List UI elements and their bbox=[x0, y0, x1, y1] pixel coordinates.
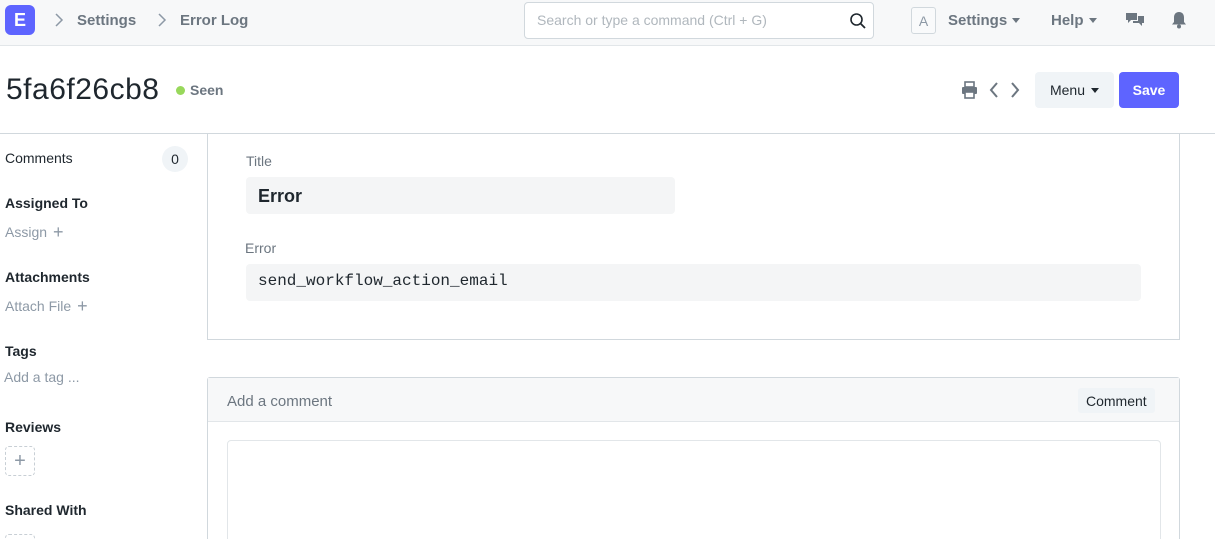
avatar[interactable]: A bbox=[911, 7, 936, 34]
sidebar-tags-label: Tags bbox=[5, 343, 37, 359]
save-button[interactable]: Save bbox=[1119, 72, 1179, 108]
chevron-right-icon bbox=[55, 13, 64, 27]
comment-header: Add a comment Comment bbox=[208, 378, 1179, 422]
page-title: 5fa6f26cb8 bbox=[6, 73, 160, 106]
sidebar-assigned-to-label: Assigned To bbox=[5, 195, 88, 211]
attach-file-label: Attach File bbox=[5, 298, 72, 314]
sidebar-comments-label[interactable]: Comments bbox=[5, 150, 73, 166]
status-badge: Seen bbox=[176, 82, 223, 98]
add-tag-input[interactable]: Add a tag ... bbox=[4, 369, 80, 385]
search-input[interactable] bbox=[537, 12, 837, 28]
menu-button[interactable]: Menu bbox=[1035, 72, 1114, 108]
settings-dropdown-label: Settings bbox=[948, 12, 1008, 29]
assign-link-label: Assign bbox=[5, 224, 48, 240]
caret-down-icon bbox=[1012, 18, 1021, 23]
comment-button[interactable]: Comment bbox=[1078, 388, 1155, 413]
plus-icon: + bbox=[77, 296, 88, 316]
breadcrumb-error-log[interactable]: Error Log bbox=[180, 12, 248, 29]
breadcrumb-settings[interactable]: Settings bbox=[77, 12, 136, 29]
help-dropdown-label: Help bbox=[1051, 12, 1084, 29]
chat-icon[interactable] bbox=[1125, 10, 1145, 30]
comment-editor[interactable] bbox=[227, 440, 1161, 539]
search-icon[interactable] bbox=[849, 12, 867, 30]
status-label: Seen bbox=[190, 82, 224, 98]
navbar: E Settings Error Log A Settings Help bbox=[0, 0, 1215, 46]
title-field-label: Title bbox=[246, 153, 272, 169]
add-share-button[interactable] bbox=[5, 534, 35, 539]
print-icon[interactable] bbox=[960, 80, 979, 100]
error-field[interactable]: send_workflow_action_email bbox=[246, 264, 1141, 301]
sidebar-attachments-label: Attachments bbox=[5, 269, 90, 285]
settings-dropdown[interactable]: Settings bbox=[948, 12, 1021, 29]
chevron-right-icon[interactable] bbox=[1008, 80, 1022, 100]
menu-button-label: Menu bbox=[1049, 82, 1086, 98]
comment-header-label: Add a comment bbox=[227, 393, 333, 410]
add-review-button[interactable]: + bbox=[5, 446, 35, 476]
caret-down-icon bbox=[1088, 18, 1097, 23]
search-bar bbox=[524, 2, 874, 39]
plus-icon: + bbox=[14, 449, 26, 472]
help-dropdown[interactable]: Help bbox=[1051, 12, 1097, 29]
comments-count-badge: 0 bbox=[162, 146, 188, 172]
sidebar-shared-with-label: Shared With bbox=[5, 502, 87, 518]
comment-box: Add a comment Comment bbox=[207, 377, 1180, 539]
plus-icon: + bbox=[53, 222, 64, 242]
caret-down-icon bbox=[1091, 87, 1100, 93]
assign-link[interactable]: Assign + bbox=[5, 222, 64, 242]
attach-file-link[interactable]: Attach File + bbox=[5, 296, 88, 316]
chevron-right-icon bbox=[158, 13, 167, 27]
form-section bbox=[207, 133, 1180, 340]
chevron-left-icon[interactable] bbox=[987, 80, 1001, 100]
error-field-label: Error bbox=[245, 240, 277, 256]
title-field[interactable]: Error bbox=[246, 177, 675, 214]
app-logo[interactable]: E bbox=[5, 5, 35, 35]
status-dot bbox=[176, 85, 185, 95]
bell-icon[interactable] bbox=[1169, 10, 1189, 30]
sidebar-reviews-label: Reviews bbox=[5, 419, 62, 435]
